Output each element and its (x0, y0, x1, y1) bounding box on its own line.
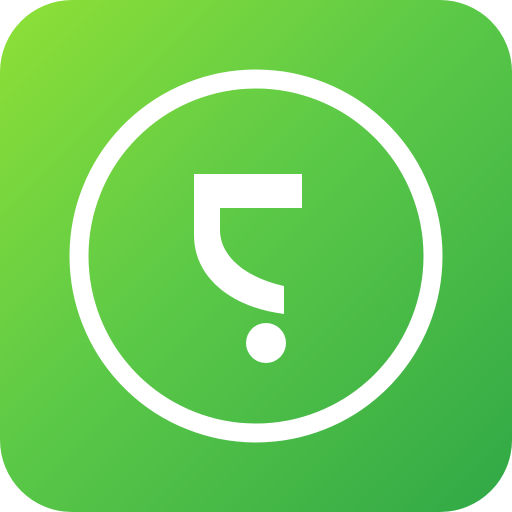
app-icon-canvas (0, 0, 512, 512)
question-mark-dot (246, 323, 286, 363)
app-icon[interactable] (0, 0, 512, 512)
